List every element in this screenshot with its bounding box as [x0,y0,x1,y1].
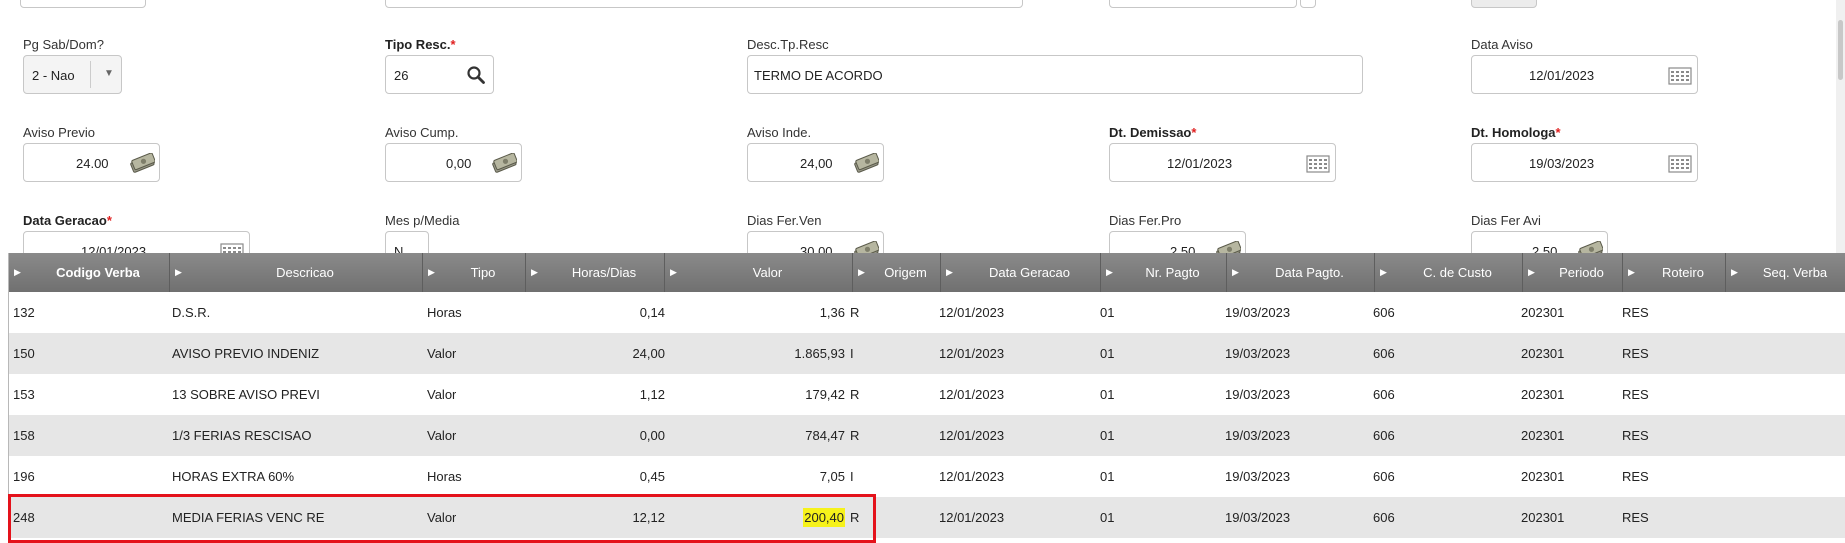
data-aviso-label: Data Aviso [1471,37,1533,52]
sort-arrow-icon: ▶ [1528,267,1535,277]
aviso-cump-value: 0,00 [446,156,472,171]
col-seq-verba[interactable]: ▶ Seq. Verba [1726,253,1845,292]
col-descricao[interactable]: ▶ Descricao [170,253,423,292]
top-field-4[interactable] [1300,0,1316,8]
grid-header: ▶ Codigo Verba ▶ Descricao ▶ Tipo ▶ Horas/Di… [9,253,1845,292]
highlighted-valor: 200,40 [803,508,845,527]
data-aviso-input[interactable]: 12/01/2023 [1471,55,1698,94]
form-panel: Pg Sab/Dom? 2 - Nao ▼ Tipo Resc.* 26 Des… [0,0,1845,253]
money-icon[interactable] [1577,241,1603,253]
pg-sab-dom-value: 2 - Nao [32,68,75,83]
mes-p-media-value: N [394,244,404,253]
dt-demissao-label: Dt. Demissao* [1109,125,1197,140]
dt-homologa-value: 19/03/2023 [1529,156,1595,171]
aviso-inde-label: Aviso Inde. [747,125,812,140]
col-periodo[interactable]: ▶ Periodo [1523,253,1623,292]
top-field-2[interactable] [385,0,1023,8]
dt-homologa-label: Dt. Homologa* [1471,125,1561,140]
table-row-selected[interactable]: 248 MEDIA FERIAS VENC RE Valor 12,12 200… [9,497,1845,538]
dias-fer-avi-value: 2,50 [1532,244,1558,253]
pg-sab-dom-label: Pg Sab/Dom? [23,37,104,52]
col-tipo[interactable]: ▶ Tipo [423,253,526,292]
table-row[interactable]: 158 1/3 FERIAS RESCISAO Valor 0,00 784,4… [9,415,1845,456]
data-geracao-label: Data Geracao* [23,213,112,228]
tipo-resc-label: Tipo Resc.* [385,37,456,52]
dt-demissao-value: 12/01/2023 [1167,156,1233,171]
table-row[interactable]: 196 HORAS EXTRA 60% Horas 0,45 7,05 I 12… [9,456,1845,497]
data-geracao-value: 12/01/2023 [81,244,147,253]
chevron-down-icon[interactable]: ▼ [104,68,114,79]
calendar-icon[interactable] [220,242,244,253]
sort-arrow-icon: ▶ [1380,267,1387,277]
money-icon[interactable] [491,153,517,173]
tipo-resc-input[interactable]: 26 [385,55,494,94]
data-geracao-input[interactable]: 12/01/2023 [23,231,250,253]
verbas-grid: ▶ Codigo Verba ▶ Descricao ▶ Tipo ▶ Horas/Di… [8,253,1845,541]
col-c-de-custo[interactable]: ▶ C. de Custo [1375,253,1523,292]
col-valor[interactable]: ▶ Valor [665,253,853,292]
dias-fer-avi-label: Dias Fer Avi [1471,213,1541,228]
dt-demissao-input[interactable]: 12/01/2023 [1109,143,1336,182]
sort-arrow-icon: ▶ [1232,267,1239,277]
col-codigo-verba[interactable]: ▶ Codigo Verba [9,253,170,292]
money-icon[interactable] [853,153,879,173]
pg-sab-dom-select[interactable]: 2 - Nao ▼ [23,55,122,94]
col-data-geracao[interactable]: ▶ Data Geracao [941,253,1101,292]
desc-tp-resc-field[interactable]: TERMO DE ACORDO [747,55,1363,94]
sort-arrow-icon: ▶ [858,267,865,277]
aviso-previo-label: Aviso Previo [23,125,96,140]
col-origem[interactable]: ▶ Origem [853,253,941,292]
dias-fer-avi-input[interactable]: 2,50 [1471,231,1608,253]
sort-arrow-icon: ▶ [1106,267,1113,277]
table-row[interactable]: 132 D.S.R. Horas 0,14 1,36 R 12/01/2023 … [9,292,1845,333]
sort-arrow-icon: ▶ [1731,267,1738,277]
top-field-5[interactable] [1471,0,1537,8]
aviso-cump-label: Aviso Cump. [385,125,459,140]
table-row[interactable]: 153 13 SOBRE AVISO PREVI Valor 1,12 179,… [9,374,1845,415]
desc-tp-resc-label: Desc.Tp.Resc [747,37,829,52]
dias-fer-pro-value: 2,50 [1170,244,1196,253]
col-horas-dias[interactable]: ▶ Horas/Dias [526,253,665,292]
sort-arrow-icon: ▶ [946,267,953,277]
sort-arrow-icon: ▶ [175,267,182,277]
aviso-cump-input[interactable]: 0,00 [385,143,522,182]
search-icon[interactable] [466,65,486,85]
top-field-1[interactable] [20,0,146,8]
col-data-pagto[interactable]: ▶ Data Pagto. [1227,253,1375,292]
aviso-inde-value: 24,00 [800,156,833,171]
dias-fer-pro-label: Dias Fer.Pro [1109,213,1182,228]
mes-p-media-label: Mes p/Media [385,213,460,228]
money-icon[interactable] [129,153,155,173]
sort-arrow-icon: ▶ [670,267,677,277]
dias-fer-pro-input[interactable]: 2,50 [1109,231,1246,253]
tipo-resc-value: 26 [394,68,409,83]
dt-homologa-input[interactable]: 19/03/2023 [1471,143,1698,182]
aviso-inde-input[interactable]: 24,00 [747,143,884,182]
sort-arrow-icon: ▶ [531,267,538,277]
calendar-icon[interactable] [1306,154,1330,174]
money-icon[interactable] [853,241,879,253]
sort-arrow-icon: ▶ [428,267,435,277]
aviso-previo-value: 24.00 [76,156,109,171]
money-icon[interactable] [1215,241,1241,253]
table-row[interactable]: 150 AVISO PREVIO INDENIZ Valor 24,00 1.8… [9,333,1845,374]
aviso-previo-input[interactable]: 24.00 [23,143,160,182]
calendar-icon[interactable] [1668,66,1692,86]
dias-fer-ven-label: Dias Fer.Ven [747,213,822,228]
col-roteiro[interactable]: ▶ Roteiro [1623,253,1726,292]
sort-arrow-icon: ▶ [14,267,21,277]
sort-arrow-icon: ▶ [1628,267,1635,277]
dias-fer-ven-value: 30,00 [800,244,833,253]
mes-p-media-input[interactable]: N [385,231,429,253]
dias-fer-ven-input[interactable]: 30,00 [747,231,884,253]
desc-tp-resc-value: TERMO DE ACORDO [754,68,883,83]
data-aviso-value: 12/01/2023 [1529,68,1595,83]
form-scrollbar[interactable] [1836,0,1845,253]
calendar-icon[interactable] [1668,154,1692,174]
col-nr-pagto[interactable]: ▶ Nr. Pagto [1101,253,1227,292]
top-field-3[interactable] [1109,0,1297,8]
